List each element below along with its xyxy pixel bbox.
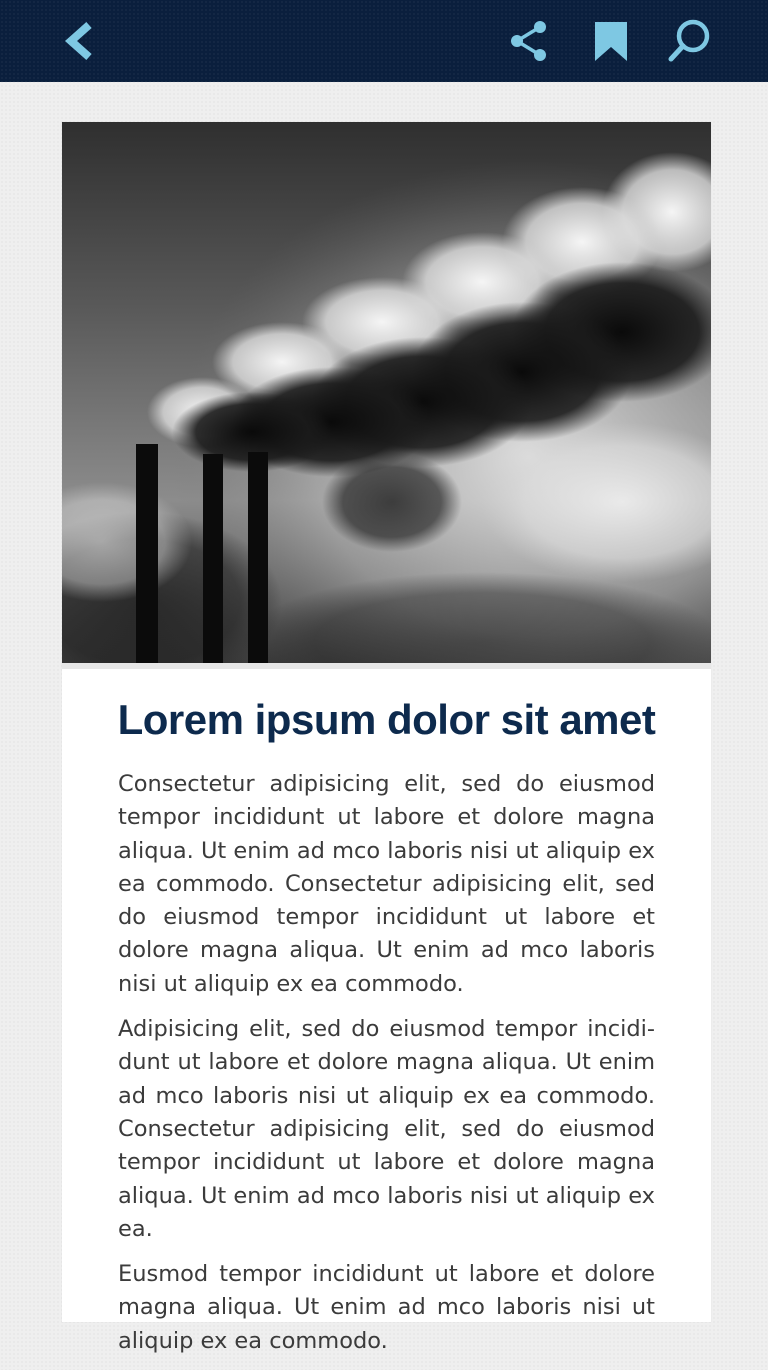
bookmark-icon [595,22,627,61]
article-title: Lorem ipsum dolor sit amet [117,696,656,743]
article-card: Lorem ipsum dolor sit amet Consectetur a… [62,122,711,1354]
search-icon [668,19,710,62]
industrial-smokestacks-photo [62,122,711,669]
article-paragraph: Consectetur adipisicing elit, sed do eiu… [118,771,655,997]
article-paragraph: Eusmod tempor incididunt ut labore et do… [118,1261,655,1354]
share-button[interactable] [494,0,564,82]
article-paragraph: Adipisicing elit, sed do eiusmod tempor … [118,1016,655,1242]
bookmark-button[interactable] [576,0,646,82]
back-button[interactable] [44,0,114,82]
chevron-left-icon [64,22,92,60]
search-button[interactable] [654,0,724,82]
top-toolbar [0,0,768,82]
share-icon [511,21,546,61]
